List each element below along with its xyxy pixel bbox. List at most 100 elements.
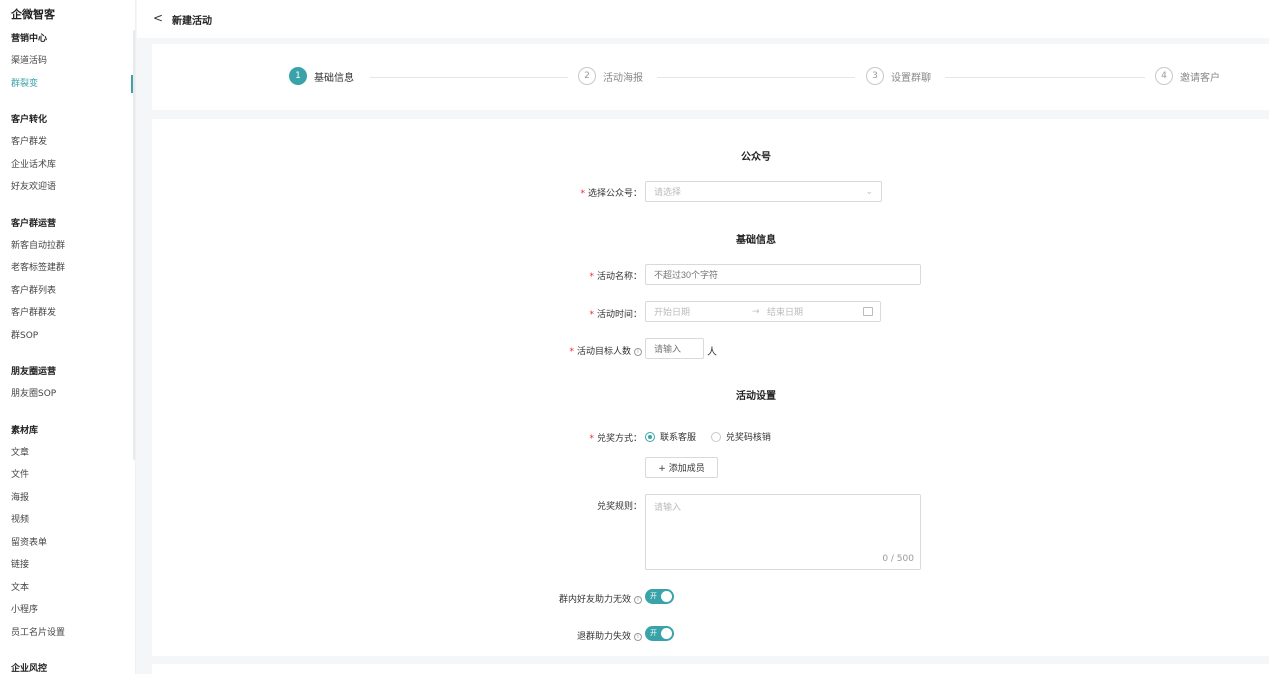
sidebar-item[interactable]: 客户群列表: [0, 280, 136, 303]
step-number: 2: [578, 67, 596, 85]
calendar-icon: [863, 307, 873, 316]
sidebar-item[interactable]: 老客标签建群: [0, 257, 136, 280]
step-4[interactable]: 4 邀请客户: [1155, 67, 1220, 85]
step-connector: [657, 77, 855, 78]
redeem-radio-group: 联系客服 兑奖码核销: [645, 430, 783, 445]
sidebar-item[interactable]: 好友欢迎语: [0, 176, 136, 199]
step-2[interactable]: 2 活动海报: [578, 67, 643, 85]
target-unit: 人: [707, 347, 717, 358]
toggle-quit-invalid[interactable]: 开: [645, 626, 674, 641]
section-title-account: 公众号: [741, 152, 771, 163]
sidebar-item[interactable]: 文件: [0, 464, 136, 487]
step-connector: [945, 77, 1145, 78]
required-mark: *: [569, 347, 574, 357]
sidebar-item[interactable]: 客户群群发: [0, 302, 136, 325]
required-mark: *: [580, 189, 585, 199]
arrow-right-icon: →: [752, 306, 760, 317]
sidebar-item[interactable]: 视频: [0, 509, 136, 532]
step-label: 邀请客户: [1180, 72, 1220, 84]
time-label: * 活动时间：: [532, 307, 642, 320]
end-date-input[interactable]: 结束日期: [767, 305, 803, 318]
rules-label: 兑奖规则：: [596, 502, 642, 512]
account-label: * 选择公众号：: [532, 186, 642, 199]
footer-strip: [152, 664, 1269, 674]
sidebar-group: 企业风控: [0, 658, 136, 674]
sidebar-item[interactable]: 员工名片设置: [0, 622, 136, 645]
target-label: * 活动目标人数 i: [532, 344, 642, 357]
sidebar-item[interactable]: 朋友圈SOP: [0, 383, 136, 406]
rules-textarea[interactable]: 请输入 0 / 500: [645, 494, 921, 570]
required-mark: *: [589, 272, 594, 282]
char-counter: 0 / 500: [882, 554, 914, 564]
step-number: 3: [866, 67, 884, 85]
form-panel: 公众号 *选择公众号： 请选择 ⌄ 基础信息 *活动名称： *活动时间： 开始日…: [152, 119, 1269, 656]
sidebar-item[interactable]: 群SOP: [0, 325, 136, 348]
sidebar: 企微智客 营销中心 渠道活码 群裂变 客户转化 客户群发 企业话术库 好友欢迎语 客户群运营新…: [0, 0, 136, 674]
sidebar-group: 客户群运营 新客自动拉群 老客标签建群 客户群列表 客户群群发 群SOP: [0, 213, 136, 348]
sidebar-item[interactable]: 留资表单: [0, 532, 136, 555]
sidebar-group-title: 企业风控: [11, 664, 48, 674]
step-label: 活动海报: [603, 72, 643, 84]
sidebar-group: 客户转化客户群发 企业话术库 好友欢迎语: [0, 109, 136, 199]
date-range-picker[interactable]: 开始日期 → 结束日期: [645, 301, 881, 322]
target-label-text: 活动目标人数: [576, 347, 631, 357]
sidebar-scrollbar[interactable]: [133, 30, 135, 460]
add-member-button[interactable]: + 添加成员: [645, 457, 718, 478]
sidebar-nav: 营销中心 渠道活码 群裂变 客户转化 客户群发 企业话术库 好友欢迎语 客户群运营 新客自动拉群…: [0, 28, 136, 674]
step-3[interactable]: 3 设置群聊: [866, 67, 931, 85]
redeem-label: * 兑奖方式：: [532, 431, 642, 444]
rules-placeholder: 请输入: [654, 503, 682, 513]
name-label-text: 活动名称：: [596, 272, 642, 282]
activity-name-input[interactable]: [645, 264, 921, 285]
start-date-input[interactable]: 开始日期: [654, 305, 752, 318]
section-title-settings: 活动设置: [736, 391, 776, 402]
radio-label: 联系客服: [660, 433, 697, 443]
toggle-on-text: 开: [650, 592, 657, 600]
toggle-on-text: 开: [650, 629, 657, 637]
radio-redeem-code[interactable]: 兑奖码核销: [710, 430, 771, 443]
name-label: * 活动名称：: [532, 269, 642, 282]
sidebar-item[interactable]: 链接: [0, 554, 136, 577]
radio-unchecked-icon: [710, 431, 721, 442]
sidebar-item[interactable]: 文本: [0, 577, 136, 600]
toggle-knob: [661, 591, 672, 602]
sidebar-item[interactable]: 客户群发: [0, 131, 136, 154]
radio-contact-service[interactable]: 联系客服: [645, 430, 696, 443]
account-label-text: 选择公众号：: [587, 189, 642, 199]
info-icon[interactable]: i: [634, 347, 642, 356]
sidebar-group: 素材库文章 文件 海报 视频 留资表单 链接 文本 小程序 员工名片设置: [0, 420, 136, 645]
step-number: 4: [1155, 67, 1173, 85]
account-select[interactable]: 请选择 ⌄: [645, 181, 882, 202]
sidebar-group-title: 客户转化: [11, 115, 48, 125]
sidebar-item[interactable]: 企业话术库: [0, 154, 136, 177]
time-label-text: 活动时间：: [596, 310, 642, 320]
radio-checked-icon: [645, 431, 655, 442]
sidebar-item[interactable]: 渠道活码: [0, 50, 136, 73]
back-icon[interactable]: <: [153, 11, 163, 25]
section-title-basic: 基础信息: [736, 235, 776, 246]
toggle2-label: 退群助力失效 i: [532, 629, 642, 642]
toggle-invalid-help[interactable]: 开: [645, 589, 674, 604]
info-icon[interactable]: i: [634, 595, 642, 604]
page-header: < 新建活动: [137, 0, 1269, 38]
sidebar-item[interactable]: 文章: [0, 442, 136, 465]
steps-bar: 1 基础信息 2 活动海报 3 设置群聊 4 邀请客户: [152, 44, 1269, 110]
sidebar-item[interactable]: 海报: [0, 487, 136, 510]
sidebar-item[interactable]: 群裂变: [0, 73, 136, 96]
sidebar-item[interactable]: 新客自动拉群: [0, 235, 136, 258]
step-1[interactable]: 1 基础信息: [289, 67, 354, 85]
radio-label: 兑奖码核销: [725, 433, 771, 443]
target-count-input[interactable]: [645, 338, 704, 359]
toggle-knob: [661, 628, 672, 639]
info-icon[interactable]: i: [634, 632, 642, 641]
sidebar-item[interactable]: 小程序: [0, 599, 136, 622]
brand-logo: 企微智客: [11, 8, 55, 21]
page-title: 新建活动: [172, 16, 212, 27]
sidebar-group-title: 素材库: [11, 425, 39, 436]
chevron-down-icon: ⌄: [865, 187, 873, 197]
